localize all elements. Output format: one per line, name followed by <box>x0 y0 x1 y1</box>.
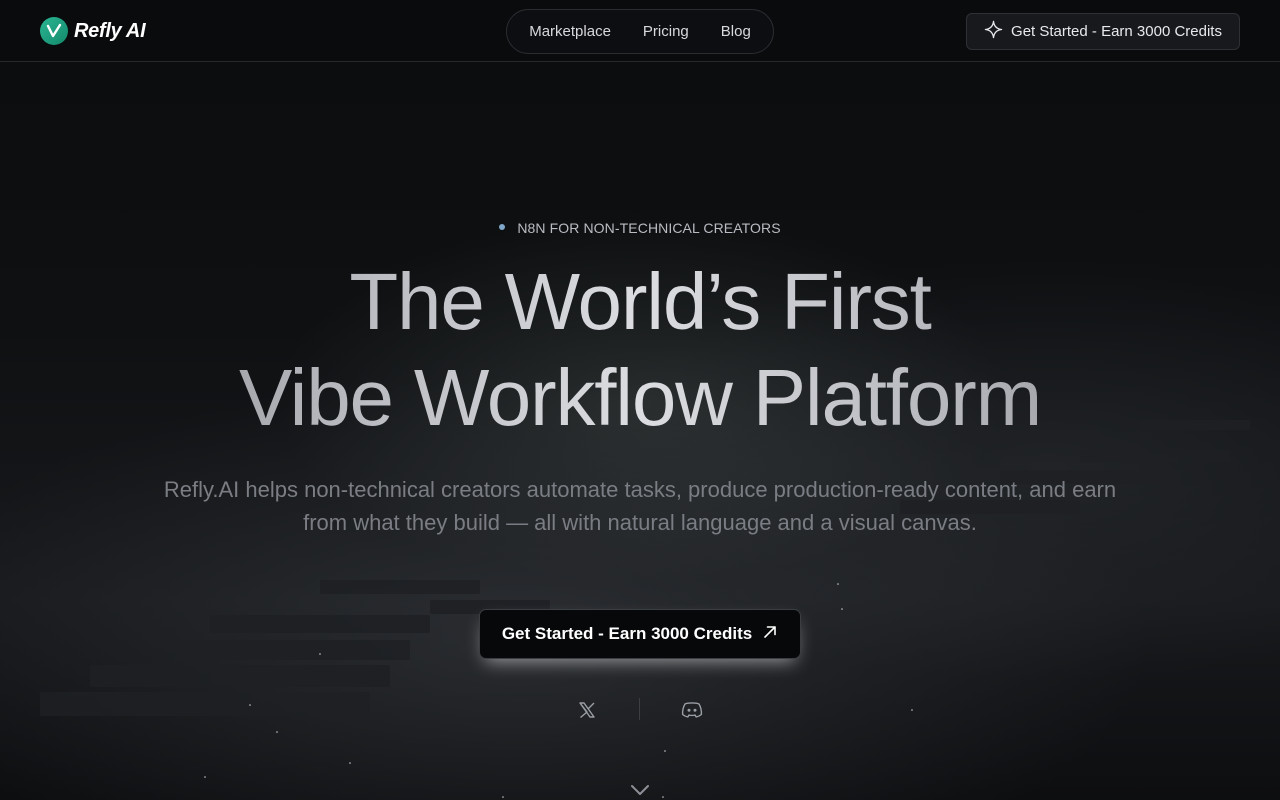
social-links <box>575 696 705 724</box>
status-dot <box>499 224 506 231</box>
header-cta-label: Get Started - Earn 3000 Credits <box>1011 23 1222 40</box>
social-divider <box>639 698 640 720</box>
eyebrow-label: N8N FOR NON-TECHNICAL CREATORS <box>517 220 781 236</box>
nav-blog[interactable]: Blog <box>721 23 751 40</box>
hero-title-line-1: The World’s First <box>349 257 931 346</box>
hero-cta-label: Get Started - Earn 3000 Credits <box>501 624 753 643</box>
header-get-started-button[interactable]: Get Started - Earn 3000 Credits <box>966 13 1240 50</box>
brand-name: Refly AI <box>74 19 146 42</box>
x-icon[interactable] <box>575 696 599 724</box>
hero-get-started-button[interactable]: Get Started - Earn 3000 Credits <box>479 609 801 659</box>
sparkle-icon <box>984 20 1003 43</box>
nav-marketplace[interactable]: Marketplace <box>529 23 611 40</box>
hero-section: N8N FOR NON-TECHNICAL CREATORS The World… <box>0 0 1280 800</box>
top-navbar: Refly AI Marketplace Pricing Blog Get St… <box>0 0 1280 62</box>
discord-icon[interactable] <box>680 696 704 724</box>
hero-title-line-2: Vibe Workflow Platform <box>238 353 1042 442</box>
chevron-down-icon[interactable] <box>628 782 652 798</box>
hero-subtitle: Refly.AI helps non-technical creators au… <box>163 477 1117 535</box>
hero-title: The World’s First Vibe Workflow Platform <box>0 254 1280 446</box>
arrow-up-right-icon <box>762 624 778 645</box>
brand-logo[interactable]: Refly AI <box>40 17 146 45</box>
main-nav: Marketplace Pricing Blog <box>506 9 774 54</box>
hero-eyebrow: N8N FOR NON-TECHNICAL CREATORS <box>0 220 1280 236</box>
nav-pricing[interactable]: Pricing <box>643 23 689 40</box>
refly-logo-icon <box>40 17 68 45</box>
